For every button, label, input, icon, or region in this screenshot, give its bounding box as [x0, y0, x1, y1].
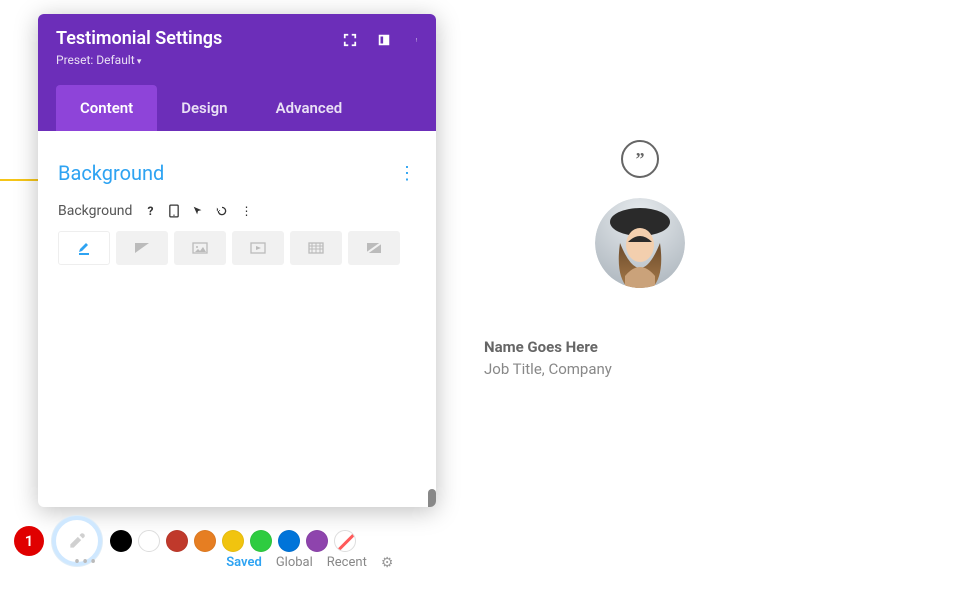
hover-icon[interactable]: [190, 203, 206, 219]
palette-more-icon[interactable]: •••: [74, 552, 98, 573]
swatch-green[interactable]: [250, 530, 272, 552]
swatch-orange[interactable]: [194, 530, 216, 552]
avatar: [595, 198, 685, 288]
expand-icon[interactable]: [342, 32, 358, 48]
bg-type-color[interactable]: [58, 231, 110, 265]
section-kebab-icon[interactable]: ⋮: [398, 163, 416, 184]
testimonial-settings-panel: Testimonial Settings Preset: Default Con…: [38, 14, 436, 507]
tab-content[interactable]: Content: [56, 85, 157, 131]
testimonial-job: Job Title, Company: [484, 360, 612, 378]
palette-tab-global[interactable]: Global: [276, 555, 313, 570]
tab-design[interactable]: Design: [157, 85, 251, 131]
bg-type-pattern[interactable]: [290, 231, 342, 265]
palette-settings-icon[interactable]: ⚙: [381, 555, 394, 571]
snap-icon[interactable]: [376, 32, 392, 48]
responsive-icon[interactable]: [166, 203, 182, 219]
bg-type-image[interactable]: [174, 231, 226, 265]
testimonial-name: Name Goes Here: [484, 338, 598, 356]
swatch-yellow[interactable]: [222, 530, 244, 552]
palette-tab-saved[interactable]: Saved: [226, 555, 262, 570]
quote-icon: ”: [621, 140, 659, 178]
swatch-black[interactable]: [110, 530, 132, 552]
swatch-row: [110, 530, 356, 552]
panel-scrollbar[interactable]: [428, 489, 436, 507]
bg-type-gradient[interactable]: [116, 231, 168, 265]
bg-type-mask[interactable]: [348, 231, 400, 265]
background-type-tabs: [58, 231, 416, 265]
swatch-red[interactable]: [166, 530, 188, 552]
swatch-transparent[interactable]: [334, 530, 356, 552]
background-body-text: dol t, s oor inii am hei: [0, 75, 40, 411]
kebab-menu-icon[interactable]: [410, 32, 426, 48]
panel-body: Background ⋮ Background ? ⋮: [38, 131, 436, 507]
panel-tabs: Content Design Advanced: [56, 85, 418, 131]
palette-tab-recent[interactable]: Recent: [327, 555, 367, 570]
field-helper-icons: ? ⋮: [142, 203, 254, 219]
swatch-purple[interactable]: [306, 530, 328, 552]
reset-icon[interactable]: [214, 203, 230, 219]
bg-type-video[interactable]: [232, 231, 284, 265]
field-label-background: Background: [58, 203, 132, 219]
field-kebab-icon[interactable]: ⋮: [238, 203, 254, 219]
step-badge: 1: [14, 526, 44, 556]
testimonial-preview: ” Name Goes Here Job T: [470, 140, 810, 378]
color-palette: 1 ••• Saved Global Recent ⚙: [14, 509, 356, 573]
preset-selector[interactable]: Preset: Default: [56, 53, 418, 67]
palette-source-tabs: ••• Saved Global Recent ⚙: [74, 552, 393, 573]
tab-advanced[interactable]: Advanced: [252, 85, 367, 131]
panel-header-actions: [342, 32, 426, 48]
panel-header: Testimonial Settings Preset: Default Con…: [38, 14, 436, 131]
swatch-blue[interactable]: [278, 530, 300, 552]
help-icon[interactable]: ?: [142, 203, 158, 219]
swatch-white[interactable]: [138, 530, 160, 552]
section-title-background[interactable]: Background: [58, 161, 164, 185]
